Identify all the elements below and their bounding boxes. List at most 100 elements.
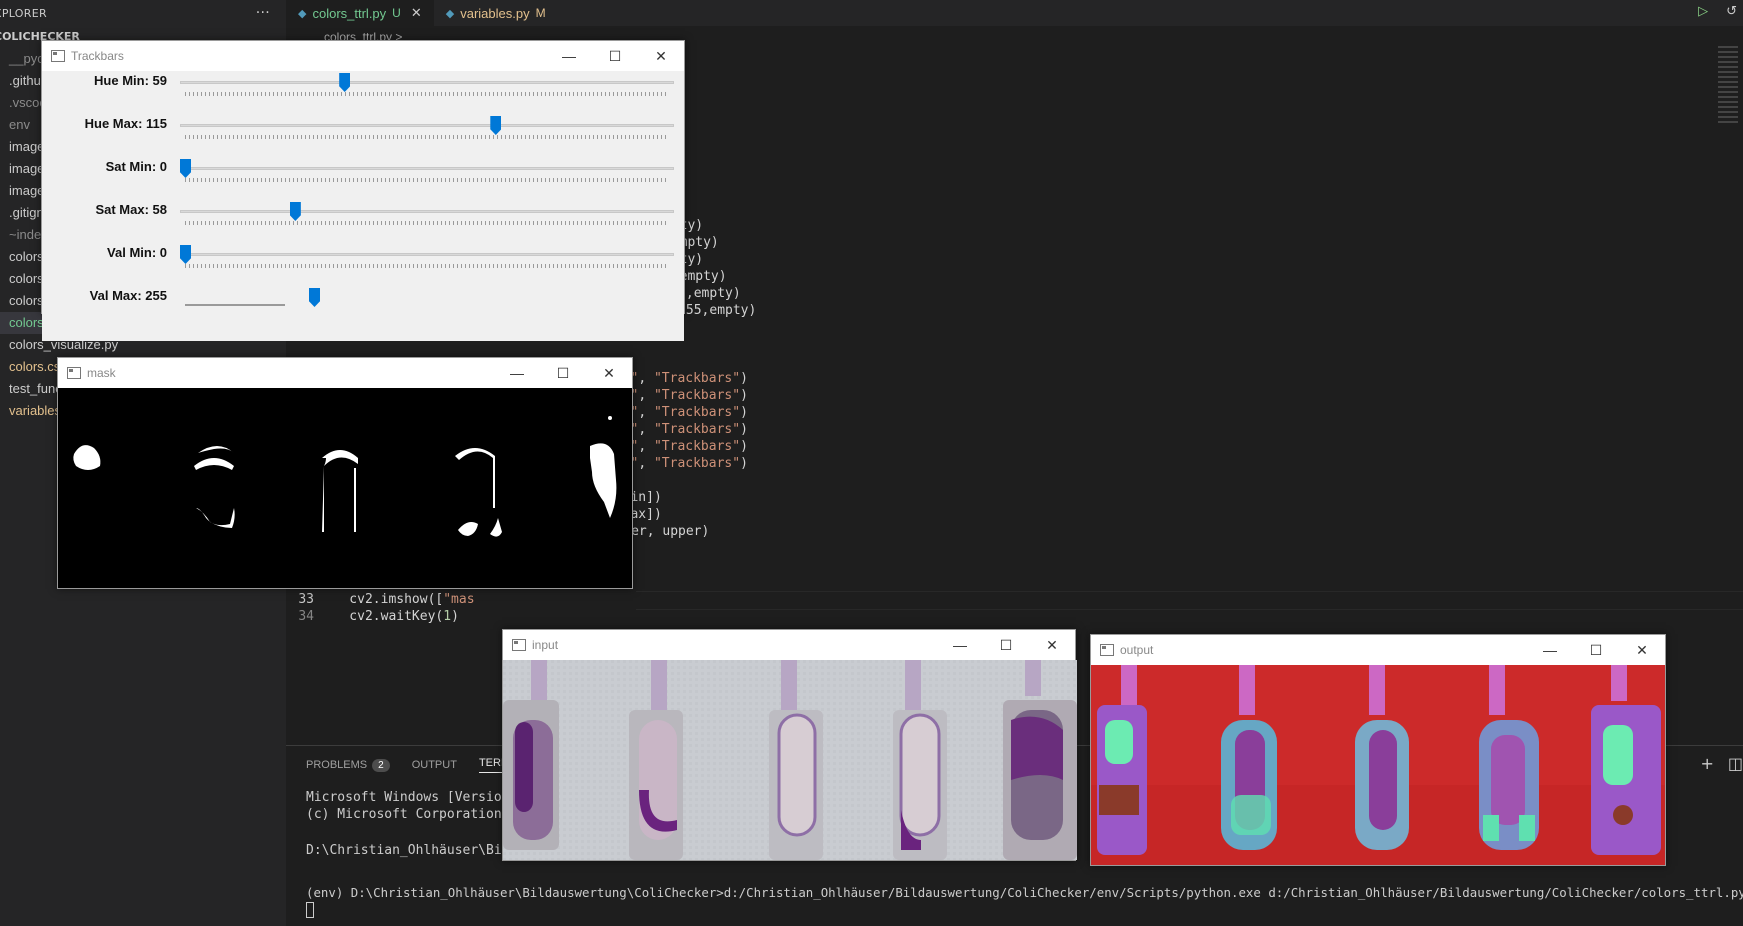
trackbar-track[interactable] — [180, 167, 674, 170]
minimize-icon[interactable]: — — [546, 41, 592, 71]
maximize-icon[interactable]: ☐ — [983, 630, 1029, 660]
output-image-svg — [1091, 665, 1665, 865]
minimize-icon[interactable]: — — [937, 630, 983, 660]
explorer-header: XPLORER ··· — [0, 0, 286, 26]
window-controls: — ☐ ✕ — [494, 358, 632, 388]
window-icon — [67, 367, 81, 379]
file-name: image — [9, 161, 45, 176]
mask-window: mask — ☐ ✕ — [57, 357, 633, 589]
trackbar-thumb[interactable] — [289, 202, 301, 221]
trackbar-row: Sat Min: 0 — [42, 159, 682, 199]
maximize-icon[interactable]: ☐ — [592, 41, 638, 71]
trackbar-thumb[interactable] — [180, 159, 191, 178]
terminal-cursor-line[interactable] — [306, 902, 314, 918]
trackbar-ticks — [185, 92, 669, 96]
close-icon[interactable]: ✕ — [586, 358, 632, 388]
code-token: "Trackbars" — [653, 456, 741, 471]
trackbar-thumb[interactable] — [180, 245, 191, 264]
minimize-icon[interactable]: — — [494, 358, 540, 388]
trackbar-label: Hue Max: 115 — [84, 116, 167, 131]
window-titlebar[interactable]: output — ☐ ✕ — [1091, 635, 1665, 665]
code-token: "Trackbars" — [653, 405, 741, 420]
trackbar-row: Val Max: 255 — [42, 288, 682, 328]
input-window: input — ☐ ✕ — [502, 629, 1077, 861]
trackbar-ticks — [185, 304, 285, 306]
new-terminal-icon[interactable]: + — [1700, 754, 1713, 773]
window-controls: — ☐ ✕ — [1527, 635, 1665, 665]
tab-problems[interactable]: PROBLEMS 2 — [306, 758, 390, 772]
code-token: , — [638, 422, 654, 437]
file-name: colors — [9, 293, 44, 308]
trackbar-track[interactable] — [180, 81, 674, 84]
code-line[interactable]: cv2.waitKey(1) — [318, 609, 459, 624]
input-image — [503, 660, 1077, 860]
code-token: ) — [740, 439, 748, 454]
window-titlebar[interactable]: input — ☐ ✕ — [503, 630, 1075, 660]
close-icon[interactable]: ✕ — [638, 41, 684, 71]
file-name: variables — [9, 403, 62, 418]
window-titlebar[interactable]: Trackbars — ☐ ✕ — [42, 41, 684, 71]
code-token: ) — [740, 405, 748, 420]
code-token: ) — [740, 371, 748, 386]
window-icon — [51, 50, 65, 62]
trackbar-track[interactable] — [180, 253, 674, 256]
minimap[interactable] — [1718, 46, 1738, 126]
window-titlebar[interactable]: mask — ☐ ✕ — [58, 358, 632, 388]
terminal-line: D:\Christian_Ohlhäuser\Bilda — [306, 843, 526, 858]
panel-tabs: PROBLEMS 2 OUTPUT TERMIN — [306, 757, 522, 773]
code-token: ) — [740, 388, 748, 403]
close-icon[interactable]: ✕ — [1619, 635, 1665, 665]
trackbar-thumb[interactable] — [490, 116, 502, 135]
trackbars-panel: Hue Min: 59 Hue Max: 115 Sat Min: 0 Sat Max… — [42, 71, 684, 341]
code-token: , — [638, 371, 654, 386]
output-window: output — ☐ ✕ — [1090, 634, 1666, 866]
trackbar-label: Sat Max: 58 — [95, 202, 167, 217]
trackbar-track[interactable] — [180, 210, 674, 213]
vscode-window: XPLORER ··· COLICHECKER __pyc.githu.vsco… — [0, 0, 1743, 926]
window-title: output — [1120, 643, 1154, 657]
code-token: ) — [740, 422, 748, 437]
trackbar-ticks — [185, 178, 669, 182]
file-name: image — [9, 139, 45, 154]
code-token: "Trackbars" — [653, 388, 741, 403]
problems-label: PROBLEMS — [306, 758, 368, 771]
input-image-svg — [503, 660, 1077, 860]
close-icon[interactable]: ✕ — [1029, 630, 1075, 660]
window-icon — [1100, 644, 1114, 656]
mask-image-svg — [73, 416, 617, 537]
terminal-line: (env) D:\Christian_Ohlhäuser\Bildauswert… — [306, 885, 1743, 900]
terminal-cursor — [306, 902, 314, 918]
trackbar-row: Sat Max: 58 — [42, 202, 682, 242]
trackbar-track[interactable] — [180, 124, 674, 127]
trackbar-ticks — [185, 264, 669, 268]
trackbar-thumb[interactable] — [339, 73, 351, 92]
code-token: "Trackbars" — [653, 439, 741, 454]
line-number: 34 — [298, 609, 314, 624]
file-name: colors — [9, 271, 44, 286]
window-icon — [512, 639, 526, 651]
split-terminal-icon[interactable]: ◫ — [1728, 754, 1743, 773]
tab-output[interactable]: OUTPUT — [412, 759, 457, 771]
code-token: , — [638, 439, 654, 454]
code-token: , — [638, 405, 654, 420]
timeline-icon[interactable]: ↺ — [1726, 4, 1737, 19]
window-title: Trackbars — [71, 49, 124, 63]
code-token: cv2.imshow([ — [318, 592, 444, 607]
window-title: mask — [87, 366, 116, 380]
maximize-icon[interactable]: ☐ — [1573, 635, 1619, 665]
line-number: 33 — [298, 592, 314, 607]
file-name: test_func — [9, 381, 62, 396]
window-title: input — [532, 638, 559, 652]
explorer-title: XPLORER — [0, 6, 47, 20]
code-token: ) — [451, 609, 459, 624]
trackbar-row: Hue Max: 115 — [42, 116, 682, 156]
file-name: image — [9, 183, 45, 198]
file-name: colors.cs — [9, 359, 61, 374]
maximize-icon[interactable]: ☐ — [540, 358, 586, 388]
terminal-line: (c) Microsoft Corporation. A — [306, 807, 526, 822]
code-line[interactable]: cv2.imshow(["mas — [318, 592, 474, 607]
trackbar-thumb[interactable] — [309, 288, 320, 307]
minimize-icon[interactable]: — — [1527, 635, 1573, 665]
trackbar-row: Val Min: 0 — [42, 245, 682, 285]
more-actions-icon[interactable]: ··· — [256, 5, 270, 21]
